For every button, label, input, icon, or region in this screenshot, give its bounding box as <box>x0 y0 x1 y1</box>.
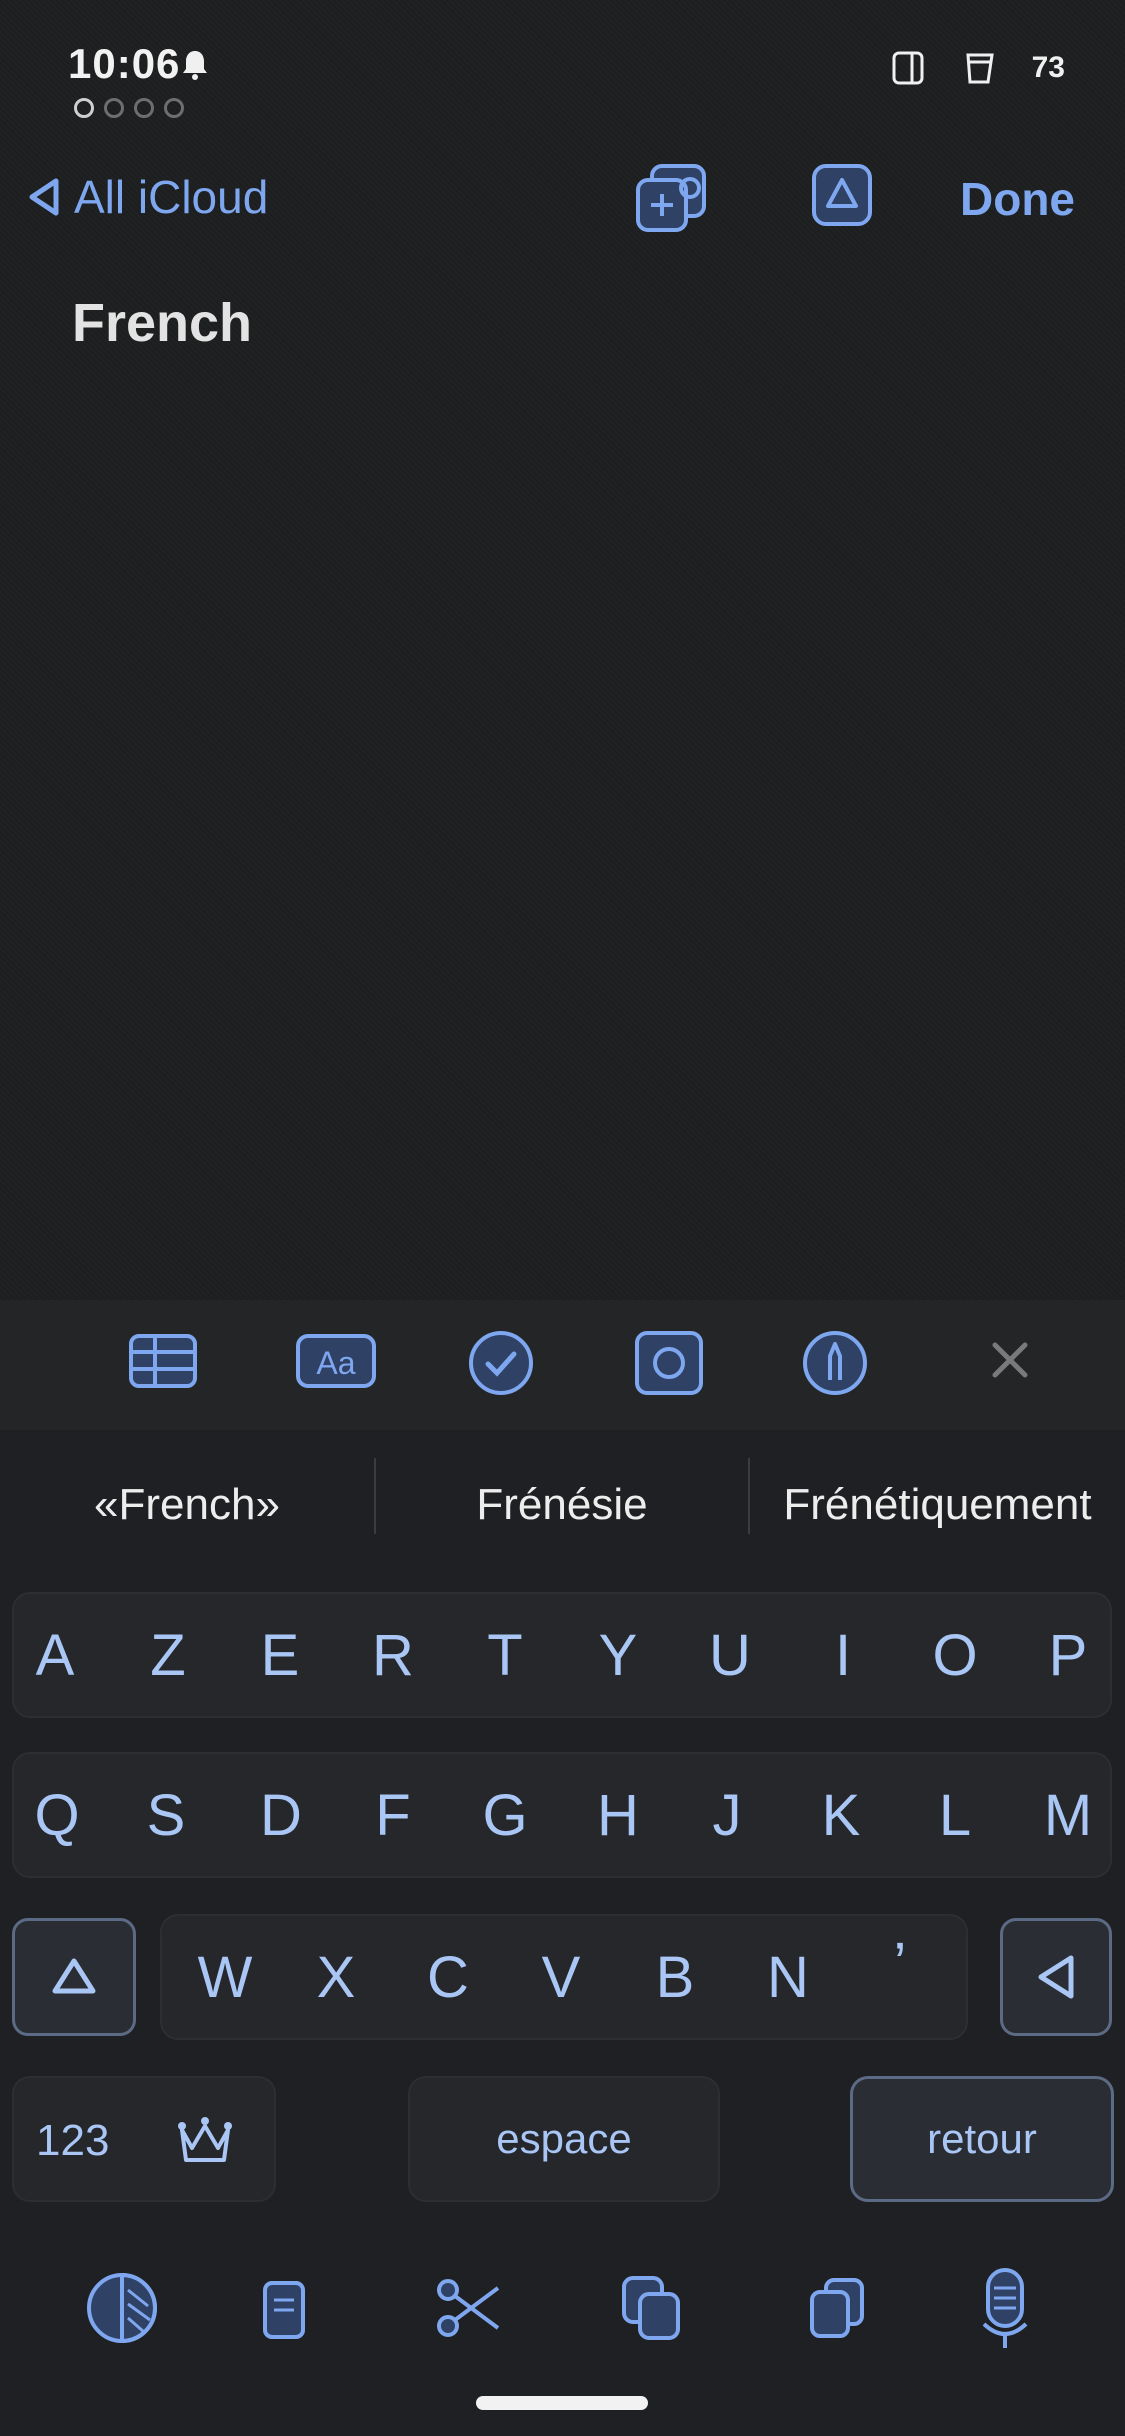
bell-icon <box>183 51 207 80</box>
key-m[interactable]: M <box>1018 1752 1118 1878</box>
key-apostrophe[interactable]: ’ <box>850 1900 950 2026</box>
shift-key[interactable] <box>12 1918 136 2036</box>
checklist-icon[interactable] <box>466 1330 536 1396</box>
headphones-status-icon <box>134 98 154 118</box>
dnd-status-icon <box>104 98 124 118</box>
key-u[interactable]: U <box>680 1592 780 1718</box>
back-button[interactable]: All iCloud <box>24 170 268 224</box>
suggestion-1[interactable]: «French» <box>0 1470 374 1540</box>
key-o[interactable]: O <box>905 1592 1005 1718</box>
key-f[interactable]: F <box>343 1752 443 1878</box>
table-icon[interactable] <box>128 1330 198 1392</box>
clock-status-icon <box>74 98 94 118</box>
key-s[interactable]: S <box>116 1752 216 1878</box>
key-b[interactable]: B <box>625 1914 725 2040</box>
key-t[interactable]: T <box>455 1592 555 1718</box>
return-key[interactable]: retour <box>850 2076 1114 2202</box>
cut-icon[interactable] <box>434 2276 504 2340</box>
add-collaborator-icon[interactable] <box>632 160 712 236</box>
back-label: All iCloud <box>74 171 269 223</box>
key-q[interactable]: Q <box>7 1752 107 1878</box>
key-h[interactable]: H <box>568 1752 668 1878</box>
note-title[interactable]: French <box>72 292 252 354</box>
camera-icon[interactable] <box>634 1330 704 1396</box>
text-format-icon[interactable]: Aa <box>295 1330 377 1392</box>
screen-icon <box>892 51 924 85</box>
backspace-key[interactable] <box>1000 1918 1112 2036</box>
suggestion-2[interactable]: Frénésie <box>376 1470 748 1540</box>
status-right: 73 <box>890 50 1065 86</box>
key-y[interactable]: Y <box>568 1592 668 1718</box>
key-l[interactable]: L <box>905 1752 1005 1878</box>
backspace-icon <box>1038 1955 1074 1999</box>
svg-text:Aa: Aa <box>316 1345 355 1381</box>
crown-icon[interactable] <box>174 2114 236 2168</box>
share-icon[interactable] <box>810 160 874 230</box>
copy-icon[interactable] <box>620 2274 684 2342</box>
key-w[interactable]: W <box>175 1914 275 2040</box>
markup-icon[interactable] <box>802 1330 868 1396</box>
battery-level: 73 <box>1031 51 1065 84</box>
status-time: 10:06 <box>68 40 181 87</box>
back-chevron-icon <box>29 178 59 216</box>
suggestion-3[interactable]: Frénétiquement <box>750 1470 1125 1540</box>
done-button[interactable]: Done <box>960 172 1075 226</box>
theme-icon[interactable] <box>84 2270 160 2346</box>
vibrate-status-icon <box>164 98 184 118</box>
key-r[interactable]: R <box>343 1592 443 1718</box>
key-i[interactable]: I <box>793 1592 893 1718</box>
key-j[interactable]: J <box>677 1752 777 1878</box>
home-indicator[interactable] <box>476 2396 648 2410</box>
numbers-key[interactable]: 123 <box>12 2076 276 2202</box>
key-n[interactable]: N <box>738 1914 838 2040</box>
key-g[interactable]: G <box>455 1752 555 1878</box>
status-indicators <box>74 98 184 118</box>
key-x[interactable]: X <box>286 1914 386 2040</box>
key-d[interactable]: D <box>231 1752 331 1878</box>
key-z[interactable]: Z <box>118 1592 218 1718</box>
key-c[interactable]: C <box>398 1914 498 2040</box>
space-key[interactable]: espace <box>408 2076 720 2202</box>
key-e[interactable]: E <box>230 1592 330 1718</box>
clipboard-icon[interactable] <box>262 2280 306 2340</box>
paste-icon[interactable] <box>808 2276 868 2340</box>
close-icon[interactable] <box>990 1340 1030 1380</box>
key-p[interactable]: P <box>1018 1592 1118 1718</box>
key-a[interactable]: A <box>5 1592 105 1718</box>
shift-icon <box>52 1958 96 1994</box>
microphone-icon[interactable] <box>978 2266 1032 2352</box>
key-k[interactable]: K <box>791 1752 891 1878</box>
key-v[interactable]: V <box>511 1914 611 2040</box>
numbers-label: 123 <box>36 2116 110 2165</box>
cup-icon <box>966 53 994 84</box>
